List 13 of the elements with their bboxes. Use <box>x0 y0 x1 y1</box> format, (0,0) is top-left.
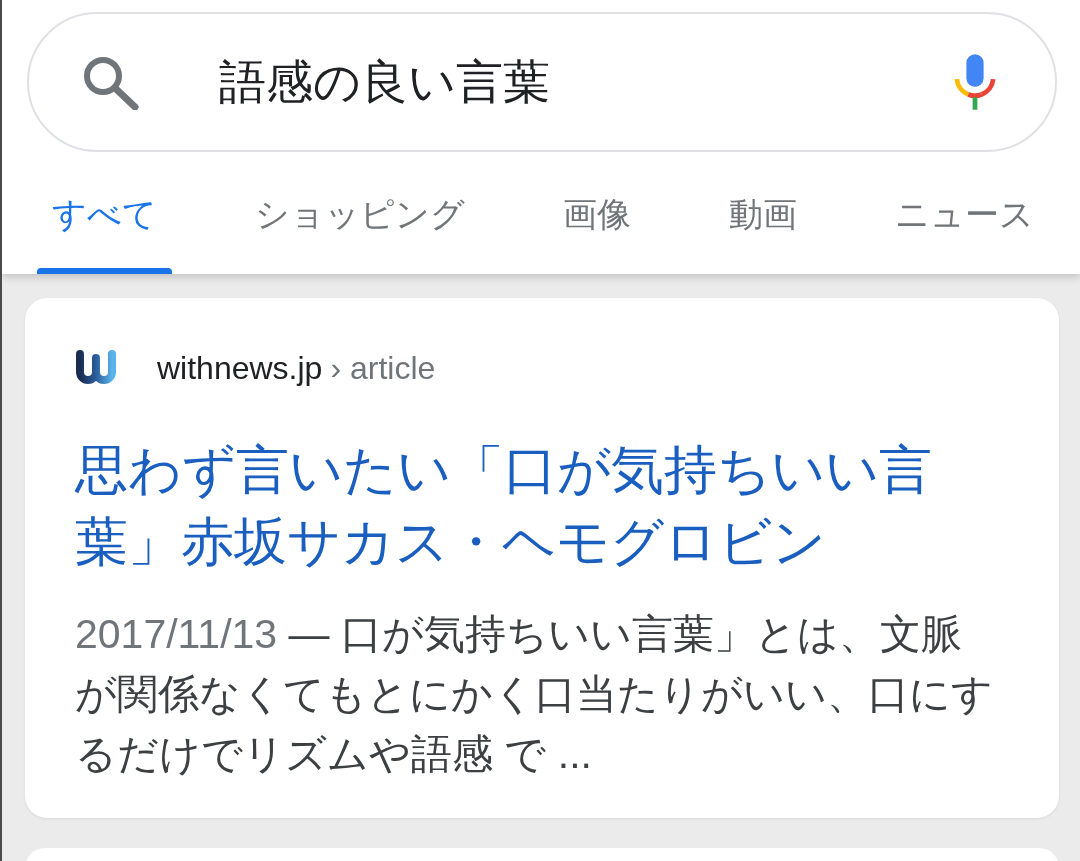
search-tab[interactable]: 動画 <box>714 152 812 274</box>
result-path: › article <box>330 349 436 387</box>
search-icon[interactable] <box>81 54 139 110</box>
search-tab[interactable]: すべて <box>37 152 172 274</box>
w-logo-icon <box>75 350 119 386</box>
search-tab[interactable]: 画像 <box>548 152 646 274</box>
result-title-link[interactable]: 思わず言いたい「口が気持ちいい言葉」赤坂サカス・ヘモグロビン <box>75 434 965 578</box>
search-tab[interactable]: ニュース <box>880 152 1049 274</box>
microphone-icon[interactable] <box>953 54 997 110</box>
result-site: withnews.jp <box>157 349 323 387</box>
search-field[interactable]: 語感の良い言葉 <box>27 12 1057 152</box>
result-snippet: 2017/11/13 — 口が気持ちいい言葉」とは、文脈が関係なくてもとにかく口当たりがいい、口にするだけでリズムや語感 で ... <box>75 610 994 779</box>
search-tab[interactable]: ショッピング <box>240 152 480 274</box>
